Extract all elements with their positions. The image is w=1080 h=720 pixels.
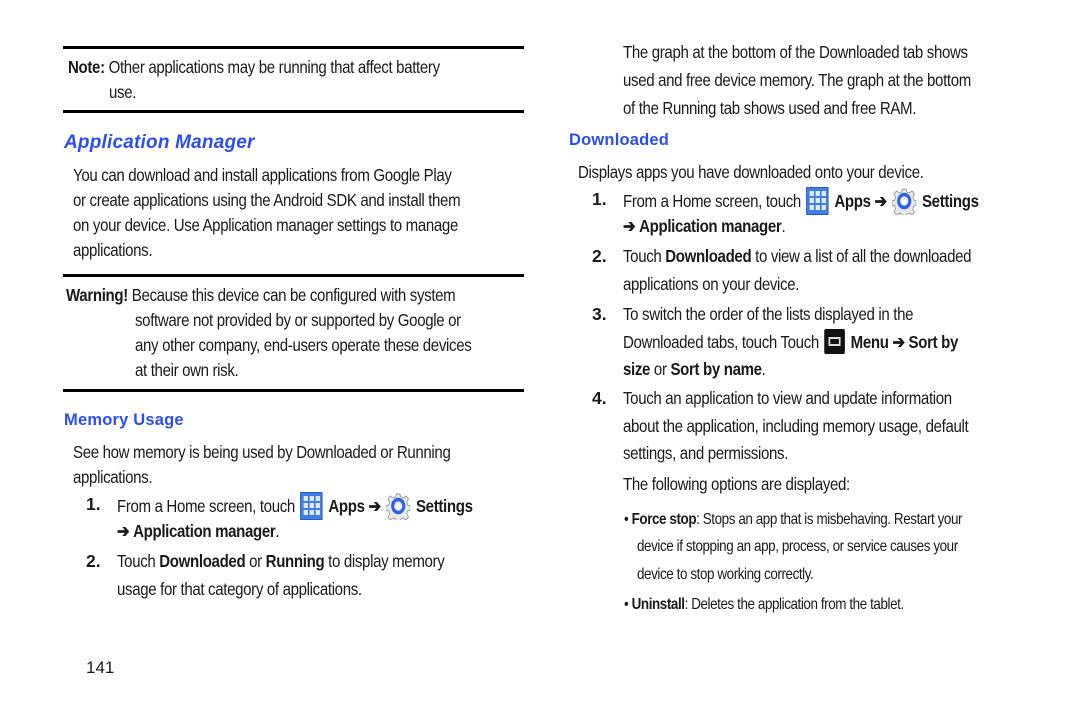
- settings-gear-icon: [385, 492, 411, 523]
- downloaded-step-4-number: 4.: [592, 388, 607, 408]
- warning-line-1: Warning! Because this device can be conf…: [66, 283, 548, 308]
- menu-label: Menu: [850, 332, 889, 352]
- bullet-icon: •: [624, 511, 629, 528]
- apps-grid-icon: [300, 492, 323, 520]
- warning-bottom-rule: [63, 389, 524, 392]
- menu-icon: [824, 329, 846, 354]
- memory-step-2-line-2: usage for that category of applications.: [117, 579, 362, 599]
- step-text: From a Home screen, touch: [623, 191, 801, 211]
- downloaded-step-2-line-1: Touch Downloaded to view a list of all t…: [623, 244, 1080, 269]
- option-force-stop-line-1: • Force stop: Stops an app that is misbe…: [624, 506, 1061, 533]
- downloaded-label: Downloaded: [665, 246, 752, 266]
- warning-line-4: at their own risk.: [135, 360, 239, 380]
- downloaded-step-2-number: 2.: [592, 246, 607, 266]
- note-text: Other applications may be running that a…: [108, 57, 441, 77]
- step-text: Downloaded tabs, touch Touch: [623, 332, 819, 352]
- warning-text: Because this device can be configured wi…: [131, 285, 456, 305]
- section-heading-memory-usage: Memory Usage: [64, 411, 184, 429]
- step-text: or: [245, 551, 266, 571]
- app-manager-line-2: or create applications using the Android…: [73, 190, 461, 210]
- note-bottom-rule: [63, 110, 524, 113]
- option-text: : Stops an app that is misbehaving. Rest…: [696, 511, 963, 528]
- section-heading-application-manager: Application Manager: [64, 132, 255, 153]
- settings-label: Settings: [921, 191, 979, 211]
- app-manager-line-4: applications.: [73, 240, 153, 260]
- page-number: 141: [86, 658, 115, 677]
- downloaded-label: Downloaded: [159, 551, 246, 571]
- downloaded-step-4-line-3: settings, and permissions.: [623, 443, 789, 463]
- following-options-text: The following options are displayed:: [623, 474, 850, 494]
- arrow-icon: ➔: [117, 521, 130, 541]
- downloaded-step-3-number: 3.: [592, 304, 607, 324]
- note-top-rule: [63, 46, 524, 49]
- memory-step-1-number: 1.: [86, 494, 101, 514]
- downloaded-step-3-line-2: Downloaded tabs, touch Touch Menu ➔ Sort…: [623, 329, 1080, 355]
- arrow-icon: ➔: [892, 332, 905, 352]
- note-line-2: use.: [109, 82, 137, 102]
- warning-label: Warning!: [66, 285, 128, 305]
- memory-intro-line-2: applications.: [73, 467, 153, 487]
- step-text: or: [650, 359, 671, 379]
- memory-step-2-line-1: Touch Downloaded or Running to display m…: [117, 549, 599, 574]
- warning-top-rule: [63, 274, 524, 277]
- warning-line-3: any other company, end-users operate the…: [135, 335, 472, 355]
- graph-para-line-2: used and free device memory. The graph a…: [623, 70, 971, 90]
- arrow-icon: ➔: [874, 191, 888, 211]
- apps-label: Apps: [328, 496, 365, 516]
- downloaded-step-1-line-1: From a Home screen, touch Apps ➔ Setting…: [623, 187, 1080, 218]
- settings-label: Settings: [415, 496, 473, 516]
- note-label: Note:: [68, 57, 105, 77]
- period: .: [275, 521, 280, 541]
- downloaded-step-4-line-1: Touch an application to view and update …: [623, 388, 952, 408]
- bullet-icon: •: [624, 596, 629, 613]
- downloaded-step-3-line-3: size or Sort by name.: [623, 357, 1053, 382]
- arrow-icon: ➔: [623, 216, 636, 236]
- apps-grid-icon: [806, 187, 829, 215]
- size-label: size: [623, 359, 651, 379]
- step-text: to display memory: [324, 551, 445, 571]
- downloaded-intro: Displays apps you have downloaded onto y…: [578, 162, 924, 182]
- period: .: [781, 216, 786, 236]
- step-text: Touch: [623, 246, 666, 266]
- step-text: Touch: [117, 551, 160, 571]
- downloaded-step-1-number: 1.: [592, 189, 607, 209]
- apps-label: Apps: [834, 191, 871, 211]
- memory-step-2-number: 2.: [86, 551, 101, 571]
- app-manager-label: Application manager: [133, 521, 276, 541]
- step-text: From a Home screen, touch: [117, 496, 295, 516]
- period: .: [761, 359, 766, 379]
- force-stop-label: Force stop: [631, 511, 697, 528]
- downloaded-step-3-line-1: To switch the order of the lists display…: [623, 304, 914, 324]
- memory-step-1-line-2: ➔ Application manager.: [117, 519, 461, 544]
- option-force-stop-line-2: device if stopping an app, process, or s…: [637, 538, 958, 555]
- option-text: : Deletes the application from the table…: [684, 596, 905, 613]
- section-heading-downloaded: Downloaded: [569, 131, 670, 149]
- memory-step-1-line-1: From a Home screen, touch Apps ➔ Setting…: [117, 492, 599, 523]
- downloaded-step-2-line-2: applications on your device.: [623, 274, 800, 294]
- app-manager-line-3: on your device. Use Application manager …: [73, 215, 458, 235]
- arrow-icon: ➔: [368, 496, 382, 516]
- downloaded-step-4-line-2: about the application, including memory …: [623, 416, 969, 436]
- running-label: Running: [265, 551, 325, 571]
- note-line-1: Note: Other applications may be running …: [68, 55, 515, 80]
- graph-para-line-1: The graph at the bottom of the Downloade…: [623, 42, 968, 62]
- option-uninstall: • Uninstall: Deletes the application fro…: [624, 591, 1061, 618]
- uninstall-label: Uninstall: [631, 596, 685, 613]
- graph-para-line-3: of the Running tab shows used and free R…: [623, 98, 917, 118]
- warning-line-2: software not provided by or supported by…: [135, 310, 461, 330]
- option-force-stop-line-3: device to stop working correctly.: [637, 566, 814, 583]
- settings-gear-icon: [891, 187, 917, 218]
- downloaded-step-1-line-2: ➔ Application manager.: [623, 214, 967, 239]
- app-manager-label: Application manager: [639, 216, 782, 236]
- sort-by-label: Sort by: [908, 332, 959, 352]
- step-text: to view a list of all the downloaded: [751, 246, 972, 266]
- sort-by-name-label: Sort by name: [670, 359, 762, 379]
- app-manager-line-1: You can download and install application…: [73, 165, 452, 185]
- memory-intro-line-1: See how memory is being used by Download…: [73, 442, 451, 462]
